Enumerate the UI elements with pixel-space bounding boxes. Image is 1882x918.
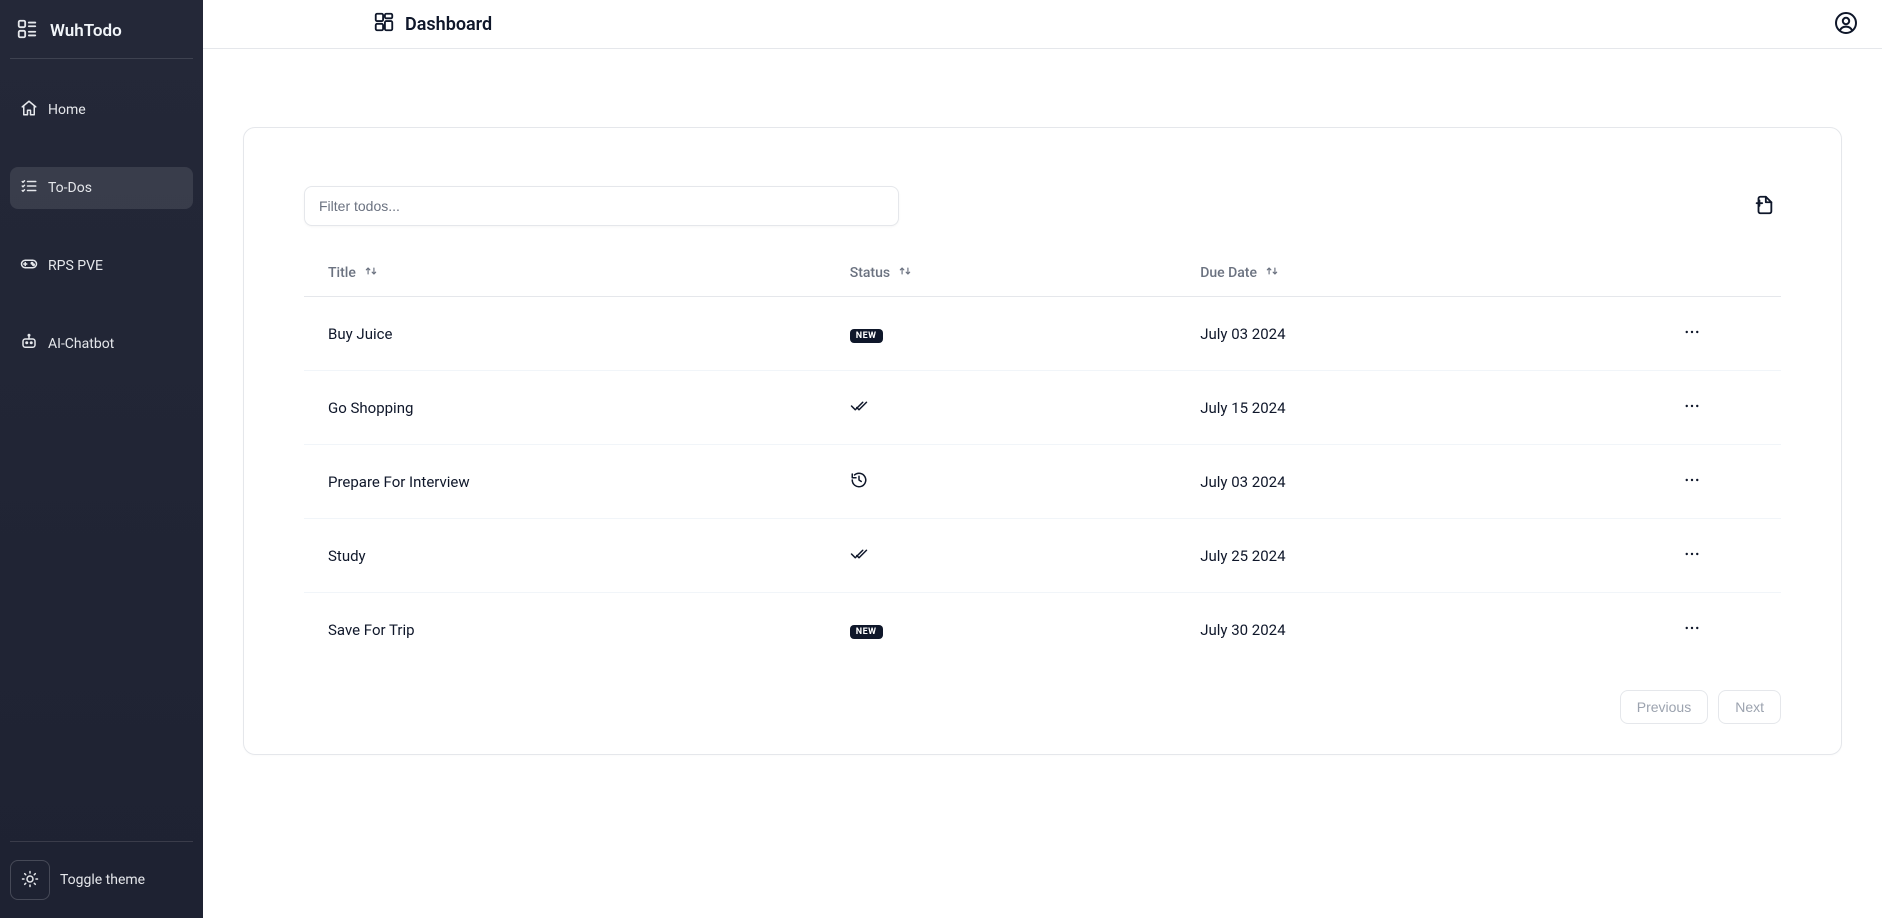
column-header-status[interactable]: Status <box>850 264 912 282</box>
list-icon <box>20 177 38 199</box>
table-row: Buy Juice NEW July 03 2024 <box>304 297 1781 371</box>
home-icon <box>20 99 38 121</box>
row-actions-button[interactable] <box>1679 319 1705 348</box>
content: Title Status <box>203 49 1882 918</box>
user-menu-button[interactable] <box>1834 11 1858 38</box>
previous-button[interactable]: Previous <box>1620 690 1708 724</box>
page-title: Dashboard <box>405 14 492 35</box>
row-actions-button[interactable] <box>1679 467 1705 496</box>
sort-icon <box>898 264 912 282</box>
brand: WuhTodo <box>10 10 193 59</box>
cell-actions <box>1604 297 1781 371</box>
table-row: Prepare For Interview July 03 2024 <box>304 445 1781 519</box>
topbar-left: Dashboard <box>373 11 492 37</box>
more-horizontal-icon <box>1683 551 1701 566</box>
row-actions-button[interactable] <box>1679 615 1705 644</box>
pagination: Previous Next <box>304 690 1781 724</box>
add-todo-button[interactable] <box>1747 188 1781 225</box>
topbar: Dashboard <box>203 0 1882 49</box>
cell-due-date: July 15 2024 <box>1190 371 1604 445</box>
cell-title: Study <box>304 519 836 593</box>
sidebar: WuhTodo Home To-Dos RPS PVE AI-Chatbot <box>0 0 203 918</box>
sun-icon <box>21 870 39 891</box>
history-icon <box>850 475 868 493</box>
cell-title: Prepare For Interview <box>304 445 836 519</box>
table-row: Go Shopping July 15 2024 <box>304 371 1781 445</box>
more-horizontal-icon <box>1683 477 1701 492</box>
sidebar-item-label: Home <box>48 102 86 118</box>
table-row: Study July 25 2024 <box>304 519 1781 593</box>
cell-actions <box>1604 519 1781 593</box>
dashboard-icon <box>373 11 395 37</box>
sidebar-item-label: AI-Chatbot <box>48 336 114 352</box>
sidebar-item-label: RPS PVE <box>48 258 103 274</box>
cell-status: NEW <box>836 593 1190 667</box>
sidebar-item-rps[interactable]: RPS PVE <box>10 245 193 287</box>
cell-due-date: July 30 2024 <box>1190 593 1604 667</box>
toolbar <box>304 186 1781 226</box>
cell-status <box>836 371 1190 445</box>
check-double-icon <box>850 549 868 567</box>
table-row: Save For Trip NEW July 30 2024 <box>304 593 1781 667</box>
sidebar-footer: Toggle theme <box>10 841 193 908</box>
more-horizontal-icon <box>1683 403 1701 418</box>
sidebar-item-chatbot[interactable]: AI-Chatbot <box>10 323 193 365</box>
theme-toggle-label: Toggle theme <box>60 872 145 888</box>
cell-title: Save For Trip <box>304 593 836 667</box>
sidebar-item-label: To-Dos <box>48 180 92 196</box>
sort-icon <box>1265 264 1279 282</box>
status-new-badge: NEW <box>850 625 883 639</box>
filter-input[interactable] <box>304 186 899 226</box>
column-header-title[interactable]: Title <box>328 264 378 282</box>
column-label: Title <box>328 265 356 281</box>
cell-title: Go Shopping <box>304 371 836 445</box>
bot-icon <box>20 333 38 355</box>
user-circle-icon <box>1834 23 1858 38</box>
file-plus-icon <box>1753 204 1775 219</box>
main: Dashboard <box>203 0 1882 918</box>
check-double-icon <box>850 401 868 419</box>
more-horizontal-icon <box>1683 625 1701 640</box>
cell-status <box>836 519 1190 593</box>
topbar-right <box>1834 11 1858 38</box>
cell-actions <box>1604 593 1781 667</box>
gamepad-icon <box>20 255 38 277</box>
nav-list: Home To-Dos RPS PVE AI-Chatbot <box>10 79 193 375</box>
column-label: Status <box>850 265 890 281</box>
status-new-badge: NEW <box>850 329 883 343</box>
theme-toggle-button[interactable] <box>10 860 50 900</box>
more-horizontal-icon <box>1683 329 1701 344</box>
row-actions-button[interactable] <box>1679 393 1705 422</box>
column-header-due-date[interactable]: Due Date <box>1200 264 1279 282</box>
cell-status: NEW <box>836 297 1190 371</box>
todos-card: Title Status <box>243 127 1842 755</box>
sidebar-item-todos[interactable]: To-Dos <box>10 167 193 209</box>
todos-table: Title Status <box>304 250 1781 666</box>
cell-title: Buy Juice <box>304 297 836 371</box>
cell-status <box>836 445 1190 519</box>
column-label: Due Date <box>1200 265 1257 281</box>
brand-name: WuhTodo <box>50 21 122 41</box>
next-button[interactable]: Next <box>1718 690 1781 724</box>
cell-due-date: July 03 2024 <box>1190 445 1604 519</box>
cell-due-date: July 03 2024 <box>1190 297 1604 371</box>
cell-actions <box>1604 445 1781 519</box>
cell-due-date: July 25 2024 <box>1190 519 1604 593</box>
cell-actions <box>1604 371 1781 445</box>
sidebar-item-home[interactable]: Home <box>10 89 193 131</box>
sort-icon <box>364 264 378 282</box>
brand-icon <box>16 18 38 44</box>
row-actions-button[interactable] <box>1679 541 1705 570</box>
